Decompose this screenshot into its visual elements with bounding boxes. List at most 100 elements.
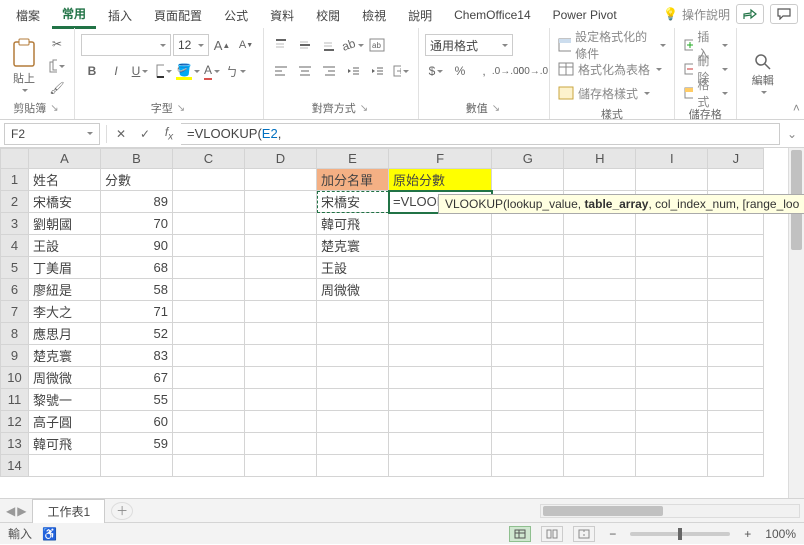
col-header-E[interactable]: E xyxy=(317,149,389,169)
accessibility-icon[interactable]: ♿ xyxy=(42,527,57,541)
fill-color-button[interactable]: 🪣 xyxy=(177,60,199,82)
format-painter-button[interactable]: 🖌 xyxy=(46,78,68,98)
sheet-nav-prev[interactable]: ◀ xyxy=(6,504,15,518)
worksheet-grid[interactable]: A B C D E F G H I J 1 姓名 分數 加分名單 原始分數 2 xyxy=(0,148,804,498)
increase-indent-button[interactable] xyxy=(366,60,388,82)
name-box[interactable]: F2 xyxy=(4,123,100,145)
cell-styles-button[interactable]: 儲存格樣式 xyxy=(556,82,652,104)
font-color-button[interactable]: A xyxy=(201,60,223,82)
cell-B4[interactable]: 90 xyxy=(101,235,173,257)
col-header-A[interactable]: A xyxy=(29,149,101,169)
format-as-table-button[interactable]: 格式化為表格 xyxy=(556,58,664,80)
col-header-F[interactable]: F xyxy=(389,149,492,169)
tab-formulas[interactable]: 公式 xyxy=(214,1,258,28)
row-header-9[interactable]: 9 xyxy=(1,345,29,367)
view-normal-button[interactable] xyxy=(509,526,531,542)
expand-formula-bar-button[interactable]: ⌄ xyxy=(780,123,804,145)
align-launcher[interactable]: ↘ xyxy=(358,103,370,114)
number-format-combo[interactable]: 通用格式 xyxy=(425,34,513,56)
cell-A1[interactable]: 姓名 xyxy=(29,169,101,191)
accounting-format-button[interactable]: $ xyxy=(425,60,447,82)
row-header-6[interactable]: 6 xyxy=(1,279,29,301)
function-tooltip[interactable]: VLOOKUP(lookup_value, table_array, col_i… xyxy=(438,194,804,214)
row-header-13[interactable]: 13 xyxy=(1,433,29,455)
border-button[interactable] xyxy=(153,60,175,82)
align-right-button[interactable] xyxy=(318,60,340,82)
row-header-10[interactable]: 10 xyxy=(1,367,29,389)
number-launcher[interactable]: ↘ xyxy=(490,103,502,114)
row-header-2[interactable]: 2 xyxy=(1,191,29,213)
cell-A6[interactable]: 廖紐是 xyxy=(29,279,101,301)
tab-insert[interactable]: 插入 xyxy=(98,1,142,28)
decrease-indent-button[interactable] xyxy=(342,60,364,82)
cell-J1[interactable] xyxy=(708,169,764,191)
align-top-button[interactable] xyxy=(270,34,292,56)
cell-B9[interactable]: 83 xyxy=(101,345,173,367)
tell-me-search[interactable]: 💡 操作說明 xyxy=(663,6,730,23)
cell-B12[interactable]: 60 xyxy=(101,411,173,433)
cell-B11[interactable]: 55 xyxy=(101,389,173,411)
cell-B13[interactable]: 59 xyxy=(101,433,173,455)
horizontal-scrollbar[interactable] xyxy=(540,504,800,518)
cell-A8[interactable]: 應思月 xyxy=(29,323,101,345)
align-center-button[interactable] xyxy=(294,60,316,82)
confirm-entry-button[interactable]: ✓ xyxy=(133,123,157,145)
phonetic-button[interactable]: ㄅ xyxy=(225,60,247,82)
tab-help[interactable]: 說明 xyxy=(398,1,442,28)
font-launcher[interactable]: ↘ xyxy=(175,103,187,114)
view-page-layout-button[interactable] xyxy=(541,526,563,542)
cell-A12[interactable]: 高子圓 xyxy=(29,411,101,433)
cell-H1[interactable] xyxy=(564,169,636,191)
col-header-B[interactable]: B xyxy=(101,149,173,169)
tab-data[interactable]: 資料 xyxy=(260,1,304,28)
add-sheet-button[interactable]: ＋ xyxy=(111,502,133,520)
cell-C2[interactable] xyxy=(173,191,245,213)
wrap-text-button[interactable]: ab xyxy=(366,34,388,56)
cell-A3[interactable]: 劉朝國 xyxy=(29,213,101,235)
cell-E6[interactable]: 周微微 xyxy=(317,279,389,301)
increase-font-button[interactable]: A▲ xyxy=(211,34,233,56)
copy-button[interactable] xyxy=(46,56,68,76)
cell-B7[interactable]: 71 xyxy=(101,301,173,323)
align-middle-button[interactable] xyxy=(294,34,316,56)
horizontal-scroll-thumb[interactable] xyxy=(543,506,663,516)
row-header-7[interactable]: 7 xyxy=(1,301,29,323)
row-header-5[interactable]: 5 xyxy=(1,257,29,279)
cell-C1[interactable] xyxy=(173,169,245,191)
tab-powerpivot[interactable]: Power Pivot xyxy=(543,2,627,26)
cell-E4[interactable]: 楚克寰 xyxy=(317,235,389,257)
font-name-combo[interactable] xyxy=(81,34,171,56)
paste-button[interactable]: 貼上 xyxy=(6,34,42,98)
clipboard-launcher[interactable]: ↘ xyxy=(48,103,60,114)
format-cells-button[interactable]: 格式 xyxy=(681,82,730,104)
tab-file[interactable]: 檔案 xyxy=(6,1,50,28)
row-header-1[interactable]: 1 xyxy=(1,169,29,191)
row-header-12[interactable]: 12 xyxy=(1,411,29,433)
align-bottom-button[interactable] xyxy=(318,34,340,56)
percent-button[interactable]: % xyxy=(449,60,471,82)
align-left-button[interactable] xyxy=(270,60,292,82)
cell-B8[interactable]: 52 xyxy=(101,323,173,345)
editing-split-button[interactable]: 編輯 xyxy=(743,46,783,102)
cell-B5[interactable]: 68 xyxy=(101,257,173,279)
view-page-break-button[interactable] xyxy=(573,526,595,542)
comments-button[interactable] xyxy=(770,4,798,24)
zoom-slider-thumb[interactable] xyxy=(678,528,682,540)
row-header-3[interactable]: 3 xyxy=(1,213,29,235)
orientation-button[interactable]: ab xyxy=(342,34,364,56)
cell-B3[interactable]: 70 xyxy=(101,213,173,235)
cell-D2[interactable] xyxy=(245,191,317,213)
font-size-combo[interactable]: 12 xyxy=(173,34,209,56)
cell-E3[interactable]: 韓可飛 xyxy=(317,213,389,235)
cell-G1[interactable] xyxy=(492,169,564,191)
cell-E5[interactable]: 王設 xyxy=(317,257,389,279)
col-header-G[interactable]: G xyxy=(492,149,564,169)
row-header-11[interactable]: 11 xyxy=(1,389,29,411)
cell-A11[interactable]: 黎號一 xyxy=(29,389,101,411)
decrease-decimal-button[interactable]: .00→.0 xyxy=(521,60,543,82)
col-header-C[interactable]: C xyxy=(173,149,245,169)
cell-A2[interactable]: 宋橋安 xyxy=(29,191,101,213)
cell-F1[interactable]: 原始分數 xyxy=(389,169,492,191)
zoom-value[interactable]: 100% xyxy=(765,527,796,541)
col-header-H[interactable]: H xyxy=(564,149,636,169)
